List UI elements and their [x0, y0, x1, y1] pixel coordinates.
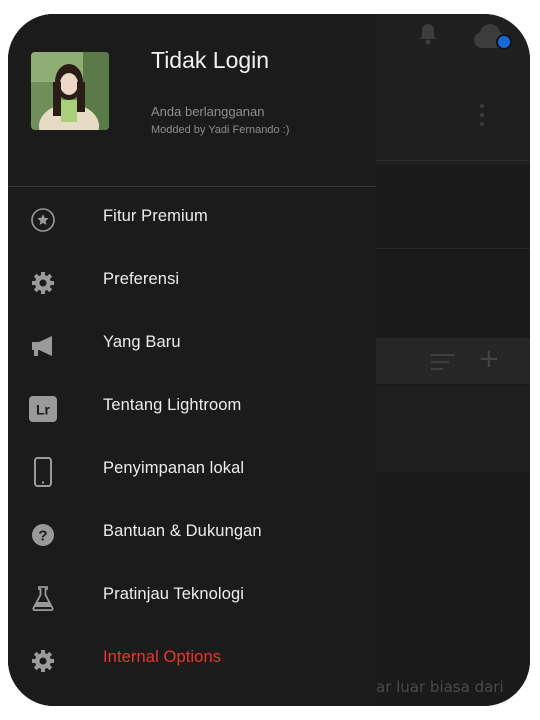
menu-item-label: Pratinjau Teknologi	[103, 585, 245, 603]
help-circle-icon: ?	[29, 521, 57, 549]
divider	[376, 248, 530, 249]
menu-item-penyimpanan-lokal[interactable]: Penyimpanan lokal	[8, 440, 376, 500]
background-section	[376, 386, 530, 472]
svg-text:?: ?	[38, 528, 47, 545]
subscription-text: Anda berlangganan	[151, 104, 265, 119]
navigation-drawer: Tidak Login Anda berlangganan Modded by …	[8, 14, 376, 706]
svg-text:Lr: Lr	[36, 402, 51, 418]
more-options-icon[interactable]	[480, 104, 486, 131]
flask-icon	[29, 584, 57, 612]
menu-item-label: Fitur Premium	[103, 207, 208, 225]
header-divider	[8, 186, 376, 187]
modded-by-text: Modded by Yadi Fernando :)	[151, 124, 290, 136]
menu-item-tentang-lightroom[interactable]: Lr Tentang Lightroom	[8, 377, 376, 437]
menu-item-pratinjau-teknologi[interactable]: Pratinjau Teknologi	[8, 566, 376, 626]
gear-icon	[29, 647, 57, 675]
menu-item-label: Internal Options	[103, 648, 222, 666]
user-name: Tidak Login	[151, 47, 270, 73]
phone-device-icon	[29, 457, 57, 487]
megaphone-icon	[29, 332, 57, 360]
drawer-header: Tidak Login Anda berlangganan Modded by …	[8, 14, 376, 186]
avatar[interactable]	[31, 52, 109, 130]
lightroom-logo-icon: Lr	[29, 395, 57, 423]
bell-icon[interactable]	[418, 22, 438, 46]
sort-icon[interactable]	[431, 354, 455, 375]
menu-item-label: Penyimpanan lokal	[103, 459, 245, 477]
gear-icon	[29, 269, 57, 297]
menu-item-label: Tentang Lightroom	[103, 396, 242, 414]
phone-screen: + ar luar biasa dari Tidak Login Anda be…	[8, 14, 530, 706]
menu-item-bantuan-dukungan[interactable]: ? Bantuan & Dukungan	[8, 503, 376, 563]
divider	[376, 160, 530, 161]
star-circle-icon	[29, 206, 57, 234]
add-icon[interactable]: +	[478, 344, 500, 374]
menu-item-internal-options[interactable]: Internal Options	[8, 629, 376, 689]
cloud-sync-icon[interactable]	[474, 24, 512, 50]
menu-item-label: Yang Baru	[103, 333, 181, 351]
menu-item-preferensi[interactable]: Preferensi	[8, 251, 376, 311]
menu-item-label: Bantuan & Dukungan	[103, 522, 262, 540]
menu-item-label: Preferensi	[103, 270, 180, 288]
background-partial-text: ar luar biasa dari	[376, 678, 504, 696]
menu-item-yang-baru[interactable]: Yang Baru	[8, 314, 376, 374]
menu-item-fitur-premium[interactable]: Fitur Premium	[8, 188, 376, 248]
